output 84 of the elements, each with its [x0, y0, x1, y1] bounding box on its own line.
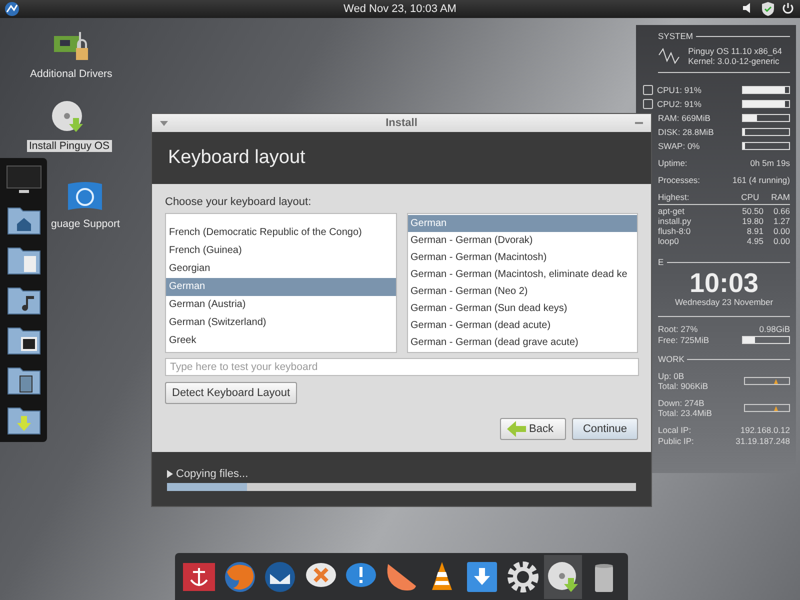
waveform-icon — [658, 47, 682, 65]
disc-install-icon[interactable] — [546, 560, 580, 594]
minimize-icon[interactable] — [634, 122, 643, 124]
layout-item[interactable]: French (Democratic Republic of the Congo) — [166, 224, 396, 242]
layout-item[interactable]: Greek — [166, 332, 396, 350]
table-cell: 8.91 — [746, 227, 764, 236]
meter-label: RAM: 669MiB — [658, 113, 710, 123]
variant-item[interactable]: German - German (Sun dead keys) — [408, 300, 637, 317]
process-name: flush-8:0 — [658, 227, 691, 236]
ip-address: 31.19.187.248 — [736, 436, 790, 446]
section-heading: WORK — [658, 354, 684, 364]
back-button[interactable]: Back — [500, 418, 566, 440]
table-cell: 4.95 — [746, 237, 764, 246]
variant-item[interactable]: German - German (dead acute) — [408, 317, 637, 334]
keyboard-test-field[interactable]: Type here to test your keyboard — [165, 358, 639, 376]
table-cell: 19.80 — [742, 217, 764, 226]
stat-value: 0h 5m 19s — [750, 158, 790, 168]
ip-address: 192.168.0.12 — [740, 425, 790, 435]
table-header: RAM — [771, 192, 790, 202]
variant-item[interactable]: German - German (dead grave acute) — [408, 334, 637, 351]
layout-item[interactable]: German (Switzerland) — [166, 314, 396, 332]
continue-button[interactable]: Continue — [572, 418, 638, 440]
table-header: Highest: — [658, 192, 690, 202]
clock-date: Wednesday 23 November — [674, 297, 774, 307]
globe-icon[interactable] — [222, 560, 257, 594]
power-icon[interactable] — [782, 2, 794, 14]
stat-label: Uptime: — [658, 158, 688, 168]
stat-value: 161 (4 running) — [732, 175, 790, 185]
shield-icon[interactable] — [762, 2, 774, 16]
back-arrow-icon — [507, 421, 527, 437]
stat-label: Processes: — [658, 175, 700, 185]
section-heading: SYSTEM — [658, 31, 693, 41]
table-cell: 1.27 — [773, 217, 790, 226]
progress-label[interactable]: Copying files... — [176, 468, 248, 480]
desktop-icon-label[interactable]: guage Support — [49, 218, 122, 230]
layout-item[interactable]: French (Guinea) — [166, 242, 396, 260]
page-heading: Keyboard layout — [168, 147, 306, 169]
process-name: loop0 — [658, 237, 679, 246]
os-name: Pinguy OS 11.10 x86_64 — [688, 46, 782, 56]
network-rate: Down: 274B — [658, 398, 706, 408]
kernel-version: Kernel: 3.0.0-12-generic — [688, 56, 780, 66]
network-rate: Up: 0B — [658, 371, 685, 381]
window-title: Install — [386, 117, 418, 129]
variant-item[interactable]: German - German (Macintosh, eliminate dead ke — [408, 266, 637, 283]
table-cell: 0.66 — [773, 207, 790, 216]
meter-label: SWAP: 0% — [658, 141, 700, 151]
layout-prompt: Choose your keyboard layout: — [165, 196, 312, 208]
meter-label: CPU1: 91% — [657, 85, 702, 95]
ip-label: Public IP: — [658, 436, 694, 446]
layout-item[interactable]: Georgian — [166, 260, 396, 278]
clock-time: 10:03 — [688, 268, 760, 298]
ip-label: Local IP: — [658, 425, 692, 435]
expander-arrow-icon[interactable] — [167, 470, 173, 478]
variant-item[interactable]: German - German (Macintosh) — [408, 249, 637, 266]
window-menu-icon[interactable] — [160, 120, 168, 126]
detect-layout-button[interactable]: Detect Keyboard Layout — [165, 382, 298, 404]
layout-item[interactable]: German (Austria) — [166, 296, 396, 314]
network-graph — [744, 377, 790, 385]
variant-item[interactable]: German - German (Dvorak) — [408, 232, 637, 249]
disk-root: Root: 27% — [658, 324, 698, 334]
mail-globe-icon[interactable] — [263, 560, 298, 594]
dock-item[interactable] — [544, 554, 582, 598]
disk-free: Free: 725MiB — [658, 335, 710, 345]
settings-icon[interactable] — [506, 560, 540, 594]
monitor-icon[interactable] — [6, 164, 42, 196]
panel-clock[interactable]: Wed Nov 23, 10:03 AM — [344, 3, 456, 15]
meter-label: DISK: 28.8MiB — [658, 127, 714, 137]
network-graph — [744, 404, 790, 412]
desktop-icon-label[interactable]: Install Pinguy OS — [27, 140, 112, 152]
desktop-icon-label[interactable]: Additional Drivers — [28, 68, 114, 80]
process-name: apt-get — [658, 207, 684, 216]
variant-item[interactable]: German - German (Neo 2) — [408, 283, 637, 300]
logo-icon[interactable] — [2, 1, 22, 17]
table-cell: 0.00 — [773, 237, 790, 246]
table-cell: 50.50 — [742, 207, 764, 216]
disk-size: 0.98GiB — [759, 324, 790, 334]
meter-label: CPU2: 91% — [657, 99, 702, 109]
network-total: Total: 23.4MiB — [658, 408, 712, 418]
network-total: Total: 906KiB — [658, 381, 708, 391]
table-cell: 0.00 — [773, 227, 790, 236]
process-name: install.py — [658, 217, 692, 226]
section-heading: E — [658, 257, 664, 267]
table-header: CPU — [741, 192, 760, 202]
download-icon[interactable] — [465, 560, 500, 594]
